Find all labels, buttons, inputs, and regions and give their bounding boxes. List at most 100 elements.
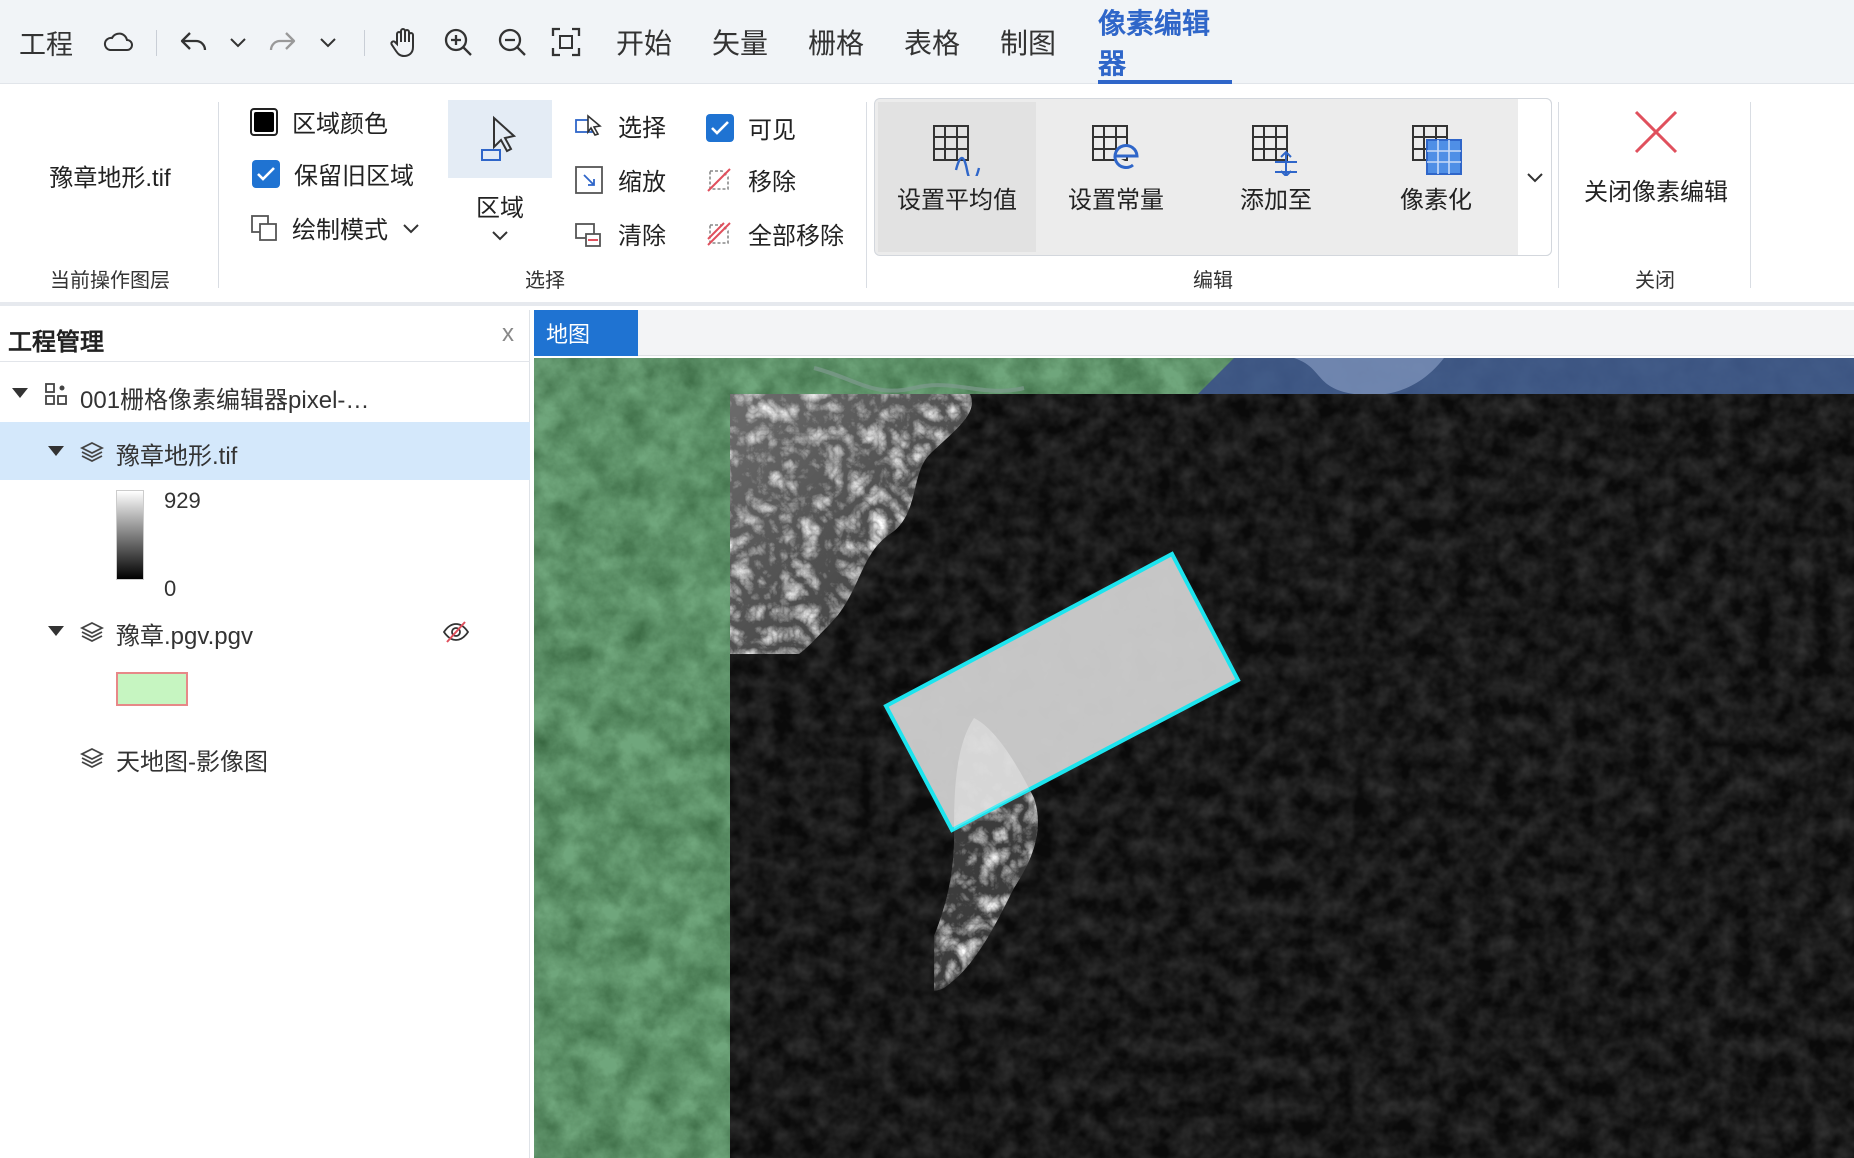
grid-pixelate-icon [1412,125,1462,175]
remove-all-icon [707,221,731,246]
grid-constant-icon [1092,125,1139,169]
tab-pixel-editor[interactable]: 像素编辑器 [1098,0,1232,84]
tree-item-layer-basemap[interactable]: 天地图-影像图 [0,728,530,786]
group-label-close: 关闭 [1635,270,1675,292]
set-average-button[interactable]: 设置平均值 [878,102,1036,252]
expand-triangle-icon[interactable] [48,446,64,456]
tab-start[interactable]: 开始 [612,0,676,84]
zoom-in-icon[interactable] [438,0,478,84]
tree-item-layer-pgv[interactable]: 豫章.pgv.pgv [0,602,530,660]
tab-map[interactable]: 地图 [534,310,638,356]
select-button[interactable]: 选择 [574,108,666,143]
pgv-legend-swatch [116,672,188,706]
tab-table[interactable]: 表格 [900,0,964,84]
panel-header: 工程管理 x [0,310,530,362]
expand-triangle-icon[interactable] [48,626,64,636]
tab-cartography[interactable]: 制图 [996,0,1060,84]
undo-dropdown-chevron-icon[interactable] [224,0,252,84]
legend-min-value: 0 [164,576,177,601]
layer-name: 天地图-影像图 [116,749,268,776]
visible-checkbox[interactable]: 可见 [706,110,796,145]
undo-icon[interactable] [176,0,212,84]
layer-name: 豫章.pgv.pgv [116,623,253,650]
redo-icon[interactable] [264,0,300,84]
close-pixel-editor-button[interactable]: 关闭像素编辑 [1568,106,1744,226]
clear-icon [575,222,601,247]
clear-label: 清除 [618,223,666,250]
layer-name: 豫章地形.tif [116,443,238,470]
region-icon-box [448,100,552,178]
panel-title: 工程管理 [8,329,104,356]
project-menu[interactable]: 工程 [18,0,74,84]
layers-icon [80,747,104,769]
draw-mode-icon [251,214,277,241]
pan-hand-icon[interactable] [386,0,422,84]
expand-triangle-icon[interactable] [12,388,28,398]
select-icon [575,113,602,136]
separator [218,102,219,288]
full-extent-icon[interactable] [546,0,586,84]
region-dropdown-button[interactable]: 区域 [448,100,552,250]
draw-mode-label: 绘制模式 [292,217,388,244]
separator [1558,102,1559,288]
grid-add-icon [1252,125,1297,176]
group-label-current-layer: 当前操作图层 [50,270,170,292]
region-label: 区域 [476,195,524,222]
checkbox-checked-icon[interactable] [252,159,280,188]
zoom-out-icon[interactable] [492,0,532,84]
keep-old-region-checkbox[interactable]: 保留旧区域 [252,156,414,191]
panel-close-button[interactable]: x [502,320,514,348]
set-constant-label: 设置常量 [1068,187,1164,214]
project-panel: 工程管理 x 001栅格像素编辑器pixel-… 豫章地形.tif 929 0 … [0,310,530,1158]
add-to-button[interactable]: 添加至 [1196,102,1356,252]
grid-wave-icon [933,125,981,176]
separator [1750,102,1751,288]
set-constant-button[interactable]: 设置常量 [1036,102,1196,252]
clear-button[interactable]: 清除 [574,216,666,251]
group-label-select: 选择 [525,270,565,292]
pixelate-label: 像素化 [1400,187,1472,214]
checkbox-checked-icon[interactable] [706,113,734,142]
close-pixel-editor-label: 关闭像素编辑 [1584,179,1728,206]
keep-old-region-label: 保留旧区域 [294,163,414,190]
chevron-down-icon [492,231,508,241]
map-canvas[interactable] [534,358,1854,1158]
current-layer-name[interactable]: 豫章地形.tif [20,158,200,193]
ribbon: 豫章地形.tif 当前操作图层 区域颜色 保留旧区域 绘制模式 区域 选择 缩放… [0,84,1854,306]
visible-label: 可见 [748,117,796,144]
redo-dropdown-chevron-icon[interactable] [314,0,342,84]
hidden-eye-icon[interactable] [442,620,470,644]
pixelate-button[interactable]: 像素化 [1356,102,1516,252]
lake-area [1194,358,1854,398]
dem-raster-layer [730,394,1854,1158]
layers-icon [80,621,104,643]
color-swatch-icon[interactable] [250,107,278,136]
edit-more-dropdown[interactable] [1518,98,1552,256]
chevron-down-icon [1526,173,1543,183]
tab-raster[interactable]: 栅格 [804,0,868,84]
add-to-label: 添加至 [1240,187,1312,214]
cloud-icon[interactable] [98,0,138,84]
remove-label: 移除 [748,169,796,196]
project-icon [45,383,67,405]
map-view[interactable] [534,358,1854,1158]
tab-vector[interactable]: 矢量 [708,0,772,84]
separator [364,30,365,56]
set-average-label: 设置平均值 [897,187,1017,214]
close-x-icon [1634,110,1678,154]
remove-icon [707,167,731,192]
draw-mode-dropdown[interactable]: 绘制模式 [250,210,420,245]
map-tab-bar: 地图 [534,310,1854,356]
region-color-button[interactable]: 区域颜色 [250,104,388,139]
remove-button[interactable]: 移除 [704,162,796,197]
legend-max-value: 929 [164,488,201,513]
zoom-label: 缩放 [618,169,666,196]
menu-bar: 工程 开始 矢量 栅格 表格 制图 像素编辑器 [0,0,1854,84]
group-label-edit: 编辑 [1193,270,1233,292]
remove-all-button[interactable]: 全部移除 [704,216,844,251]
zoom-to-region-icon [575,165,603,194]
tree-item-project[interactable]: 001栅格像素编辑器pixel-… [0,364,530,422]
grayscale-legend-ramp [116,490,144,580]
zoom-to-region-button[interactable]: 缩放 [574,162,666,197]
tree-item-layer-terrain[interactable]: 豫章地形.tif [0,422,530,480]
